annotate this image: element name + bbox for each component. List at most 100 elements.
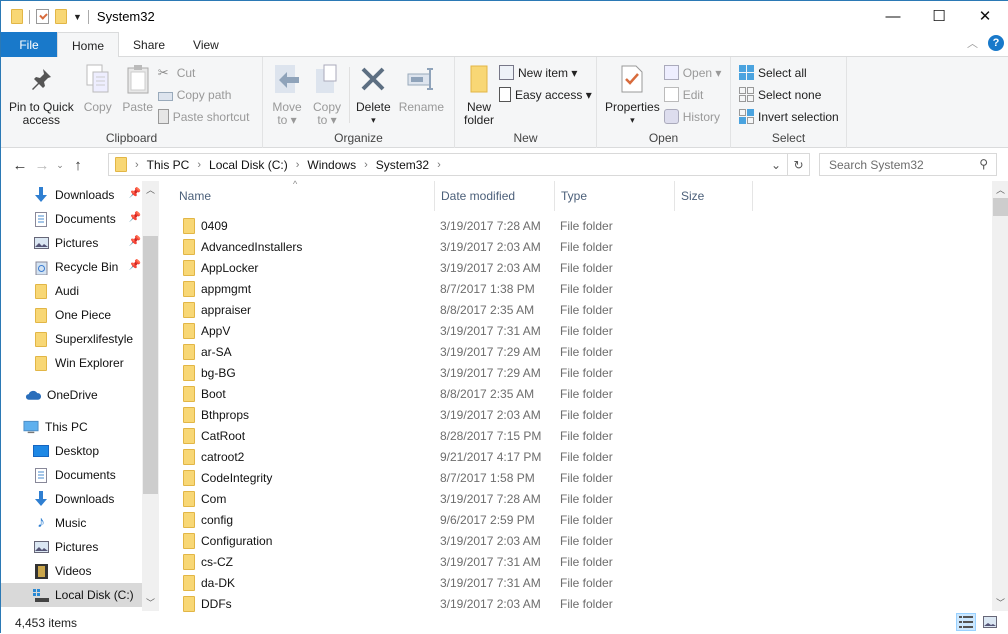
nav-item-videos[interactable]: Videos [1, 559, 143, 583]
file-row[interactable]: catroot2 9/21/2017 4:17 PM File folder [163, 446, 763, 467]
folder-icon [35, 307, 47, 323]
scroll-thumb[interactable] [993, 198, 1008, 216]
file-row[interactable]: appmgmt 8/7/2017 1:38 PM File folder [163, 278, 763, 299]
open-button[interactable]: Open ▾ [663, 64, 721, 81]
file-list-scrollbar[interactable]: ︿ ﹀ [992, 181, 1008, 611]
type-cell: File folder [560, 512, 613, 527]
nav-item-desktop[interactable]: Desktop [1, 439, 143, 463]
copy-path-button[interactable]: Copy path [157, 86, 250, 103]
select-none-button[interactable]: Select none [739, 86, 839, 103]
collapse-ribbon-icon[interactable]: ︿ [967, 35, 978, 51]
close-button[interactable]: ✕ [962, 1, 1008, 31]
scroll-down-arrow[interactable]: ﹀ [142, 594, 159, 611]
file-row[interactable]: CatRoot 8/28/2017 7:15 PM File folder [163, 425, 763, 446]
help-icon[interactable]: ? [988, 35, 1004, 51]
file-row[interactable]: Configuration 3/19/2017 2:03 AM File folde… [163, 530, 763, 551]
folder-icon [11, 9, 23, 24]
address-dropdown-icon[interactable]: ⌄ [765, 154, 787, 175]
history-button[interactable]: History [663, 108, 722, 125]
scroll-down-arrow[interactable]: ﹀ [992, 594, 1008, 611]
file-row[interactable]: appraiser 8/8/2017 2:35 AM File folder [163, 299, 763, 320]
file-row[interactable]: 0409 3/19/2017 7:28 AM File folder [163, 215, 763, 236]
file-row[interactable]: AppV 3/19/2017 7:31 AM File folder [163, 320, 763, 341]
nav-item-pictures[interactable]: Pictures 📌 [1, 231, 143, 255]
type-cell: File folder [560, 554, 613, 569]
nav-item-recycle-bin[interactable]: Recycle Bin 📌 [1, 255, 143, 279]
nav-item-documents-pc[interactable]: Documents [1, 463, 143, 487]
refresh-icon[interactable]: ↻ [787, 154, 809, 175]
file-row[interactable]: config 9/6/2017 2:59 PM File folder [163, 509, 763, 530]
column-header-name[interactable]: Name ^ [163, 179, 435, 211]
pin-icon: 📌 [128, 260, 141, 271]
breadcrumb-windows[interactable]: Windows [307, 158, 356, 172]
nav-pane-scrollbar[interactable]: ︿ ﹀ [142, 181, 159, 611]
new-item-button[interactable]: New item ▾ [499, 64, 592, 81]
folder-icon [183, 280, 195, 297]
file-row[interactable]: da-DK 3/19/2017 7:31 AM File folder [163, 572, 763, 593]
file-row[interactable]: Com 3/19/2017 7:28 AM File folder [163, 488, 763, 509]
column-header-size[interactable]: Size [675, 181, 753, 211]
nav-item-music[interactable]: ♪ Music [1, 511, 143, 535]
paste-shortcut-button[interactable]: Paste shortcut [157, 108, 249, 125]
minimize-button[interactable]: — [870, 1, 916, 31]
large-icons-view-button[interactable] [980, 613, 1000, 631]
tab-file[interactable]: File [1, 32, 57, 57]
breadcrumb-chevron[interactable]: › [437, 159, 441, 171]
nav-item-win-explorer[interactable]: Win Explorer [1, 351, 143, 375]
nav-item-one-piece[interactable]: One Piece [1, 303, 143, 327]
type-cell: File folder [560, 260, 613, 275]
easy-access-button[interactable]: Easy access ▾ [499, 86, 592, 103]
details-view-button[interactable] [956, 613, 976, 631]
recent-locations-dropdown[interactable]: ⌄ [53, 160, 67, 171]
customize-qat-dropdown-icon[interactable]: ▼ [73, 12, 82, 22]
folder-icon [183, 259, 195, 276]
edit-button[interactable]: Edit [663, 86, 722, 103]
cut-button[interactable]: ✂ Cut [158, 64, 250, 81]
breadcrumb-system32[interactable]: System32 [376, 158, 429, 172]
nav-item-downloads-pc[interactable]: Downloads [1, 487, 143, 511]
nav-item-onedrive[interactable]: OneDrive [1, 383, 143, 407]
file-row[interactable]: bg-BG 3/19/2017 7:29 AM File folder [163, 362, 763, 383]
tab-view[interactable]: View [179, 32, 233, 57]
forward-button[interactable]: → [31, 157, 53, 174]
scroll-up-arrow[interactable]: ︿ [142, 181, 159, 198]
search-icon[interactable]: ⚲ [979, 157, 988, 171]
file-row[interactable]: CodeIntegrity 8/7/2017 1:58 PM File folder [163, 467, 763, 488]
tab-home[interactable]: Home [57, 32, 120, 58]
file-row[interactable]: Bthprops 3/19/2017 2:03 AM File folder [163, 404, 763, 425]
column-header-date-modified[interactable]: Date modified [435, 181, 555, 211]
scissors-icon: ✂ [157, 65, 169, 80]
type-cell: File folder [560, 470, 613, 485]
scroll-thumb[interactable] [143, 236, 158, 494]
file-name-cell: Bthprops [163, 406, 433, 423]
scroll-up-arrow[interactable]: ︿ [992, 181, 1008, 198]
file-row[interactable]: ar-SA 3/19/2017 7:29 AM File folder [163, 341, 763, 362]
nav-item-superxlifestyle[interactable]: Superxlifestyle [1, 327, 143, 351]
breadcrumb-this-pc[interactable]: This PC [147, 158, 190, 172]
file-row[interactable]: AppLocker 3/19/2017 2:03 AM File folder [163, 257, 763, 278]
nav-item-audi[interactable]: Audi [1, 279, 143, 303]
up-button[interactable]: ↑ [67, 157, 89, 174]
nav-item-documents[interactable]: Documents 📌 [1, 207, 143, 231]
breadcrumb-local-disk[interactable]: Local Disk (C:) [209, 158, 288, 172]
nav-item-this-pc[interactable]: This PC [1, 415, 143, 439]
address-bar[interactable]: › This PC › Local Disk (C:) › Windows › … [108, 153, 810, 176]
nav-item-pictures-pc[interactable]: Pictures [1, 535, 143, 559]
back-button[interactable]: ← [9, 157, 31, 174]
nav-item-downloads[interactable]: Downloads 📌 [1, 183, 143, 207]
properties-qat-icon[interactable] [36, 9, 49, 24]
select-all-button[interactable]: Select all [739, 64, 839, 81]
column-header-type[interactable]: Type [555, 181, 675, 211]
maximize-button[interactable]: ☐ [916, 1, 962, 31]
file-row[interactable]: Boot 8/8/2017 2:35 AM File folder [163, 383, 763, 404]
recycle-bin-icon [33, 259, 49, 275]
file-row[interactable]: AdvancedInstallers 3/19/2017 2:03 AM File … [163, 236, 763, 257]
new-folder-qat-icon[interactable] [55, 9, 67, 24]
date-modified-cell: 8/7/2017 1:38 PM [440, 281, 535, 296]
file-row[interactable]: cs-CZ 3/19/2017 7:31 AM File folder [163, 551, 763, 572]
search-input[interactable]: Search System32 ⚲ [819, 153, 997, 176]
invert-selection-button[interactable]: Invert selection [739, 108, 839, 125]
nav-item-local-disk[interactable]: Local Disk (C:) [1, 583, 143, 607]
tab-share[interactable]: Share [119, 32, 179, 57]
date-modified-cell: 9/21/2017 4:17 PM [440, 449, 542, 464]
